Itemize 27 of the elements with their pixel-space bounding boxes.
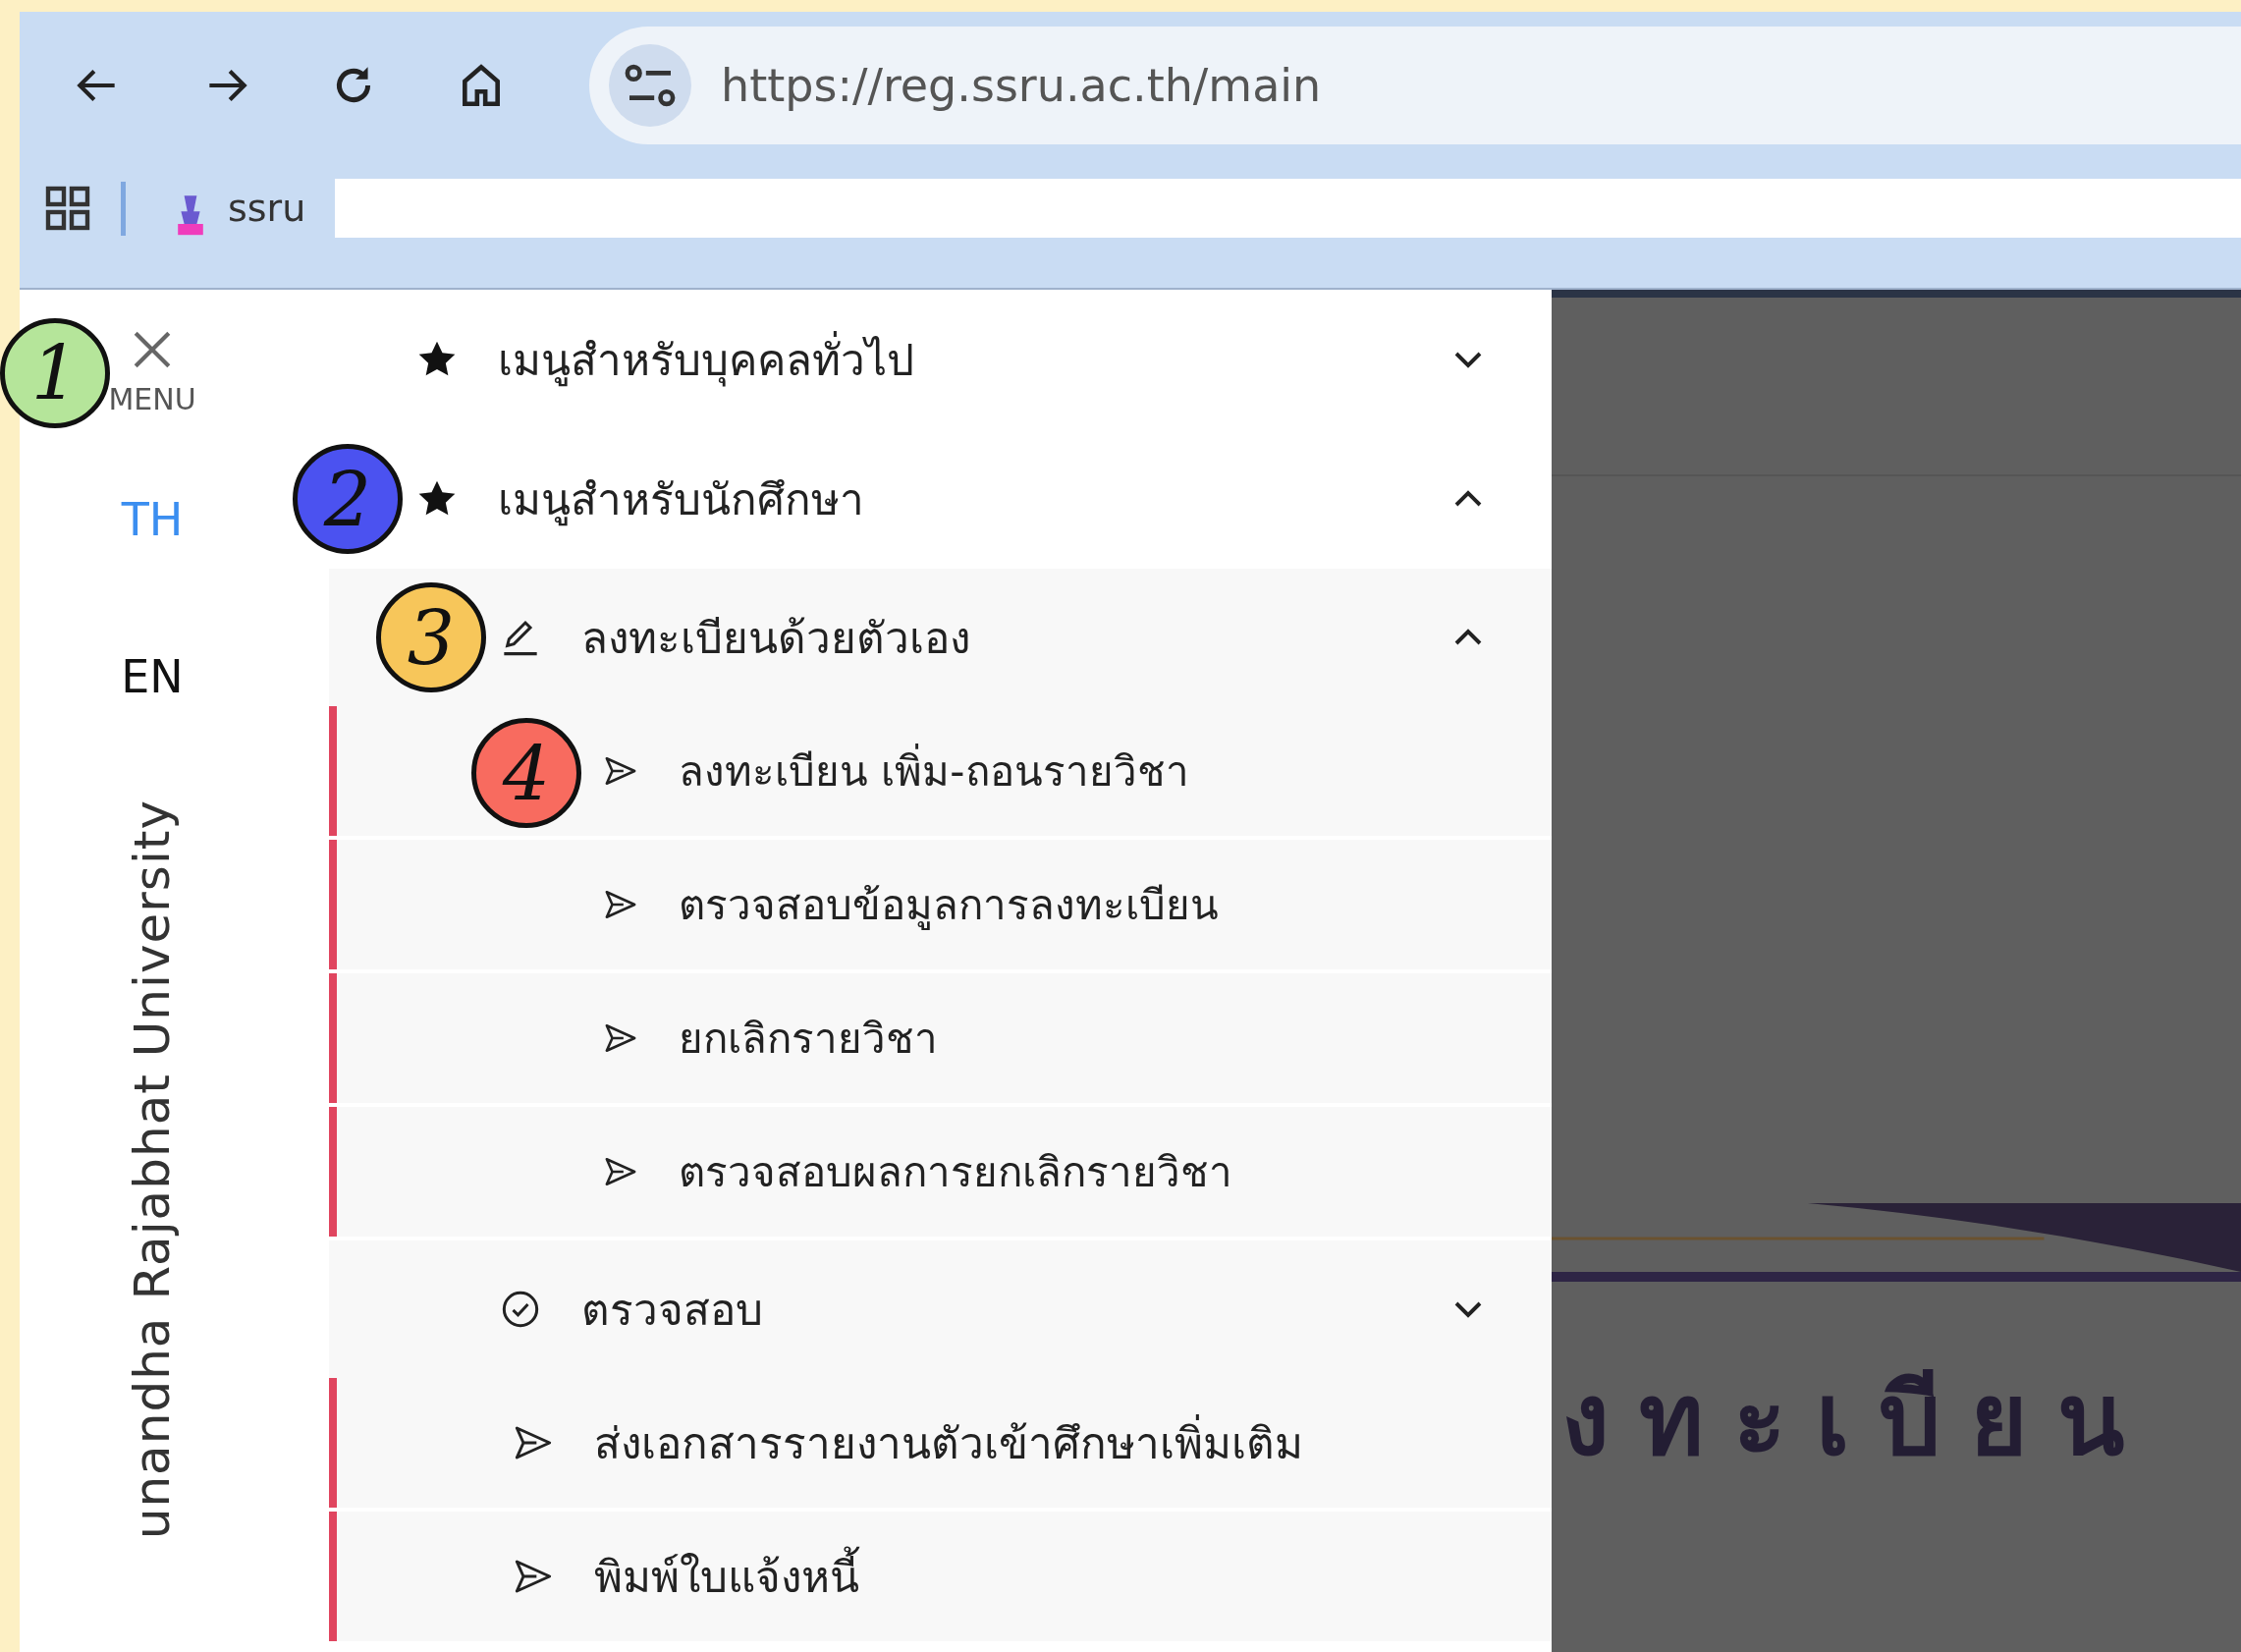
chevron-down-icon [1453, 350, 1483, 369]
menu-item[interactable]: ตรวจสอบผลการยกเลิกรายวิชา [329, 1107, 1552, 1237]
pencil-icon [501, 618, 540, 657]
page-heading: งทะเบียน [1561, 1361, 2155, 1479]
bookmark-item[interactable]: ssru [175, 180, 306, 237]
language-option[interactable]: EN [121, 623, 184, 731]
number-marker: 2 [293, 444, 403, 554]
chevron-up-icon [1453, 489, 1483, 509]
send-icon [604, 888, 637, 921]
menu-item[interactable]: ส่งเอกสารรายงานตัวเข้าศึกษาเพิ่มเติม [329, 1378, 1552, 1508]
menu-item[interactable]: ตรวจสอบข้อมูลการลงทะเบียน [329, 840, 1552, 969]
send-icon [604, 754, 637, 788]
site-settings-icon[interactable] [609, 44, 691, 127]
apps-grid-icon[interactable] [44, 185, 91, 232]
menu-item[interactable]: ตรวจสอบ [329, 1240, 1552, 1378]
check-circle-icon [501, 1290, 540, 1329]
number-marker: 1 [0, 317, 110, 428]
close-icon [132, 329, 173, 370]
close-menu-button[interactable]: MENU [108, 329, 196, 416]
send-icon [604, 1155, 637, 1188]
address-bar[interactable]: https://reg.ssru.ac.th/main [589, 27, 2241, 144]
send-icon [604, 1021, 637, 1055]
menu-item[interactable]: ยกเลิกรายวิชา [329, 973, 1552, 1103]
university-name: unandha Rajabhat University [124, 799, 181, 1540]
chevron-up-icon [1453, 628, 1483, 647]
chevron-down-icon [1453, 1299, 1483, 1319]
menu-item[interactable]: พิมพ์ใบแจ้งหนี้ [329, 1512, 1552, 1641]
